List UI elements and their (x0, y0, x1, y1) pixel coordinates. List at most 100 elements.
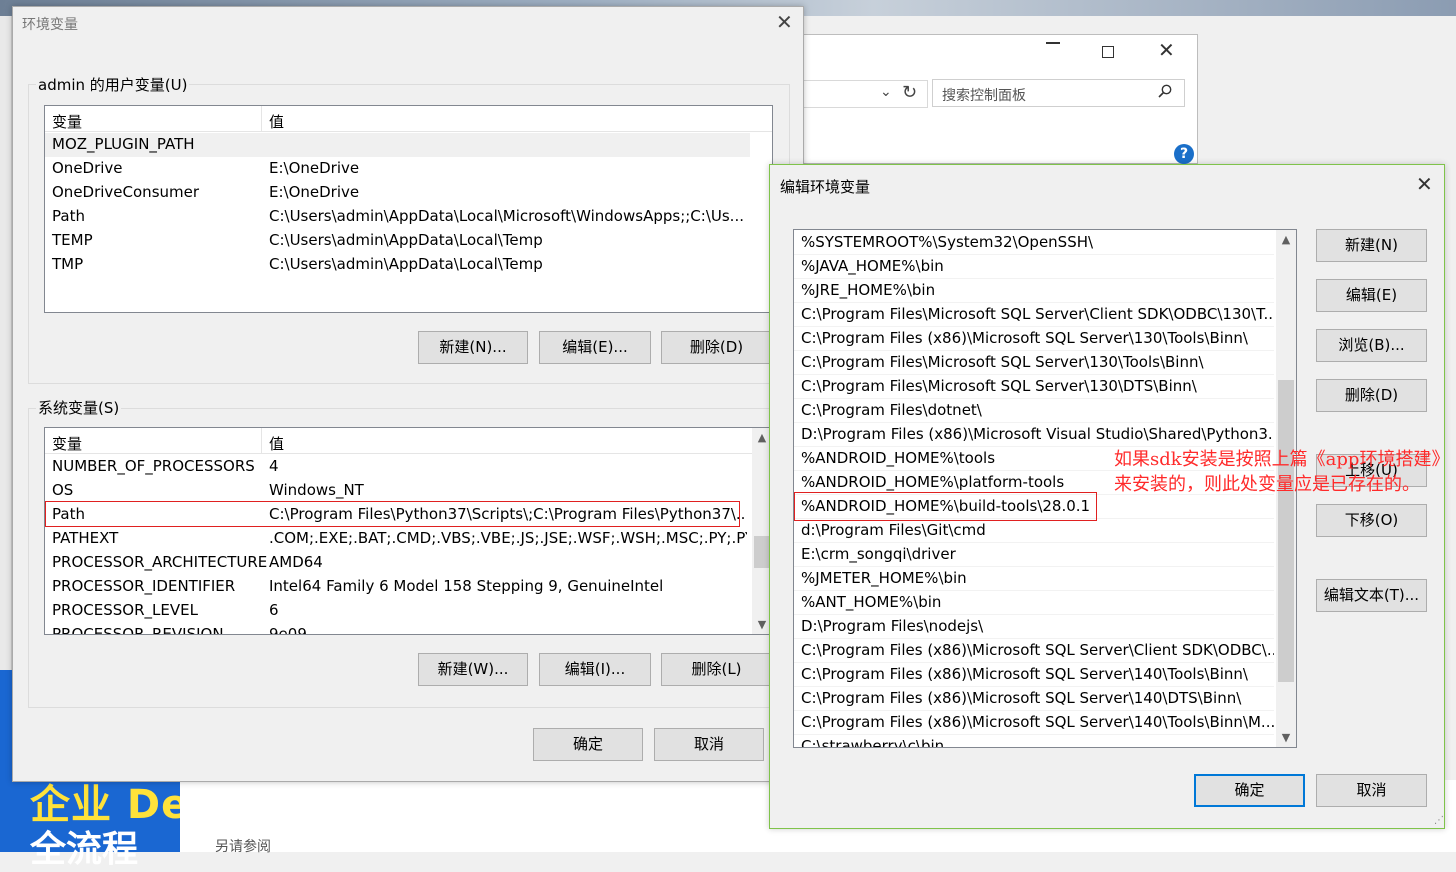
search-icon[interactable] (1158, 84, 1172, 98)
variable-value: 9e09 (269, 625, 307, 635)
ok-button[interactable]: 确定 (533, 728, 643, 761)
delete-button[interactable]: 删除(D) (1316, 379, 1427, 412)
minimize-icon[interactable] (1046, 42, 1060, 44)
path-entry[interactable]: E:\crm_songqi\driver (794, 543, 1274, 567)
table-row[interactable]: PROCESSOR_REVISION 9e09 (45, 623, 750, 635)
path-entry[interactable]: C:\Program Files (x86)\Microsoft SQL Ser… (794, 639, 1274, 663)
variable-value: C:\Users\admin\AppData\Local\Temp (269, 255, 543, 273)
path-entry[interactable]: %ANT_HOME%\bin (794, 591, 1274, 615)
path-entry[interactable]: C:\Program Files\Microsoft SQL Server\Cl… (794, 303, 1274, 327)
scroll-up-icon[interactable]: ▲ (1276, 233, 1296, 246)
variable-value: Intel64 Family 6 Model 158 Stepping 9, G… (269, 577, 664, 595)
variable-value: 4 (269, 457, 279, 475)
highlight-box-build-tools (794, 492, 1097, 521)
move-down-button[interactable]: 下移(O) (1316, 504, 1427, 537)
promo-text-2: 全流程 (30, 829, 139, 870)
path-entry[interactable]: D:\Program Files\nodejs\ (794, 615, 1274, 639)
variable-value: E:\OneDrive (269, 183, 360, 201)
variable-value: Windows_NT (269, 481, 364, 499)
maximize-icon[interactable] (1102, 46, 1114, 58)
system-vars-label: 系统变量(S) (36, 397, 122, 418)
help-icon[interactable]: ? (1174, 144, 1194, 164)
edit-text-button[interactable]: 编辑文本(T)... (1316, 579, 1427, 612)
list-header: 变量 值 (45, 428, 772, 454)
path-entry[interactable]: d:\Program Files\Git\cmd (794, 519, 1274, 543)
variable-name: OneDrive (52, 159, 123, 177)
table-row[interactable]: OneDriveConsumer E:\OneDrive (45, 181, 750, 205)
highlight-box-path (45, 501, 740, 527)
search-placeholder: 搜索控制面板 (942, 88, 1026, 104)
ok-button[interactable]: 确定 (1194, 774, 1305, 807)
system-delete-button[interactable]: 删除(L) (661, 653, 772, 686)
see-also-label: 另请参阅 (215, 839, 271, 855)
table-row[interactable]: MOZ_PLUGIN_PATH (45, 133, 750, 157)
table-row[interactable]: OneDrive E:\OneDrive (45, 157, 750, 181)
variable-name: MOZ_PLUGIN_PATH (52, 135, 195, 153)
table-row[interactable]: OS Windows_NT (45, 479, 750, 503)
system-edit-button[interactable]: 编辑(I)... (539, 653, 651, 686)
path-entry[interactable]: %JRE_HOME%\bin (794, 279, 1274, 303)
path-entry[interactable]: %SYSTEMROOT%\System32\OpenSSH\ (794, 231, 1274, 255)
annotation-text: 如果sdk安装是按照上篇《app环境搭建》来安装的，则此处变量应是已存在的。 (1114, 449, 1450, 495)
variable-value: C:\Users\admin\AppData\Local\Temp (269, 231, 543, 249)
scroll-thumb[interactable] (1278, 380, 1294, 682)
system-vars-list[interactable]: 变量 值 ▲ ▼ NUMBER_OF_PROCESSORS 4 OS Windows_… (44, 427, 773, 635)
variable-name: PROCESSOR_LEVEL (52, 601, 198, 619)
scroll-thumb[interactable] (754, 536, 770, 568)
variable-value: 6 (269, 601, 279, 619)
variable-name: TMP (52, 255, 84, 273)
variable-name: Path (52, 207, 85, 225)
user-vars-list[interactable]: 变量 值 MOZ_PLUGIN_PATH OneDrive E:\OneDrive O… (44, 105, 773, 313)
column-header-variable[interactable]: 变量 (52, 433, 82, 454)
table-row[interactable]: Path C:\Users\admin\AppData\Local\Microso… (45, 205, 750, 229)
table-row[interactable]: NUMBER_OF_PROCESSORS 4 (45, 455, 750, 479)
edit-button[interactable]: 编辑(E) (1316, 279, 1427, 312)
path-entry[interactable]: C:\Program Files (x86)\Microsoft SQL Ser… (794, 663, 1274, 687)
path-entry[interactable]: C:\Program Files\dotnet\ (794, 399, 1274, 423)
variable-value: E:\OneDrive (269, 159, 360, 177)
list-header: 变量 值 (45, 106, 772, 132)
path-entry[interactable]: C:\Program Files\Microsoft SQL Server\13… (794, 375, 1274, 399)
path-entry[interactable]: %JAVA_HOME%\bin (794, 255, 1274, 279)
cancel-button[interactable]: 取消 (1316, 774, 1427, 807)
cancel-button[interactable]: 取消 (654, 728, 764, 761)
variable-value: .COM;.EXE;.BAT;.CMD;.VBS;.VBE;.JS;.JSE;.… (269, 529, 747, 547)
path-entry[interactable]: %JMETER_HOME%\bin (794, 567, 1274, 591)
resize-grip-icon[interactable]: ⋰ (1434, 815, 1444, 826)
path-entry[interactable]: C:\Program Files (x86)\Microsoft SQL Ser… (794, 687, 1274, 711)
column-header-value[interactable]: 值 (269, 433, 284, 454)
new-button[interactable]: 新建(N) (1316, 229, 1427, 262)
table-row[interactable]: PROCESSOR_IDENTIFIER Intel64 Family 6 Mod… (45, 575, 750, 599)
refresh-icon[interactable]: ↻ (902, 82, 917, 103)
variable-name: TEMP (52, 231, 93, 249)
variable-name: PROCESSOR_REVISION (52, 625, 224, 635)
path-entry[interactable]: C:\Program Files (x86)\Microsoft SQL Ser… (794, 711, 1274, 735)
column-header-value[interactable]: 值 (269, 111, 284, 132)
variable-value: AMD64 (269, 553, 323, 571)
table-row[interactable]: PROCESSOR_LEVEL 6 (45, 599, 750, 623)
user-new-button[interactable]: 新建(N)... (418, 331, 528, 364)
close-icon[interactable]: ✕ (776, 12, 793, 32)
browse-button[interactable]: 浏览(B)... (1316, 329, 1427, 362)
scroll-down-icon[interactable]: ▼ (1276, 731, 1296, 744)
variable-name: NUMBER_OF_PROCESSORS (52, 457, 255, 475)
column-header-variable[interactable]: 变量 (52, 111, 82, 132)
table-row[interactable]: PROCESSOR_ARCHITECTURE AMD64 (45, 551, 750, 575)
chevron-down-icon[interactable]: ⌄ (880, 84, 892, 100)
user-edit-button[interactable]: 编辑(E)... (539, 331, 651, 364)
table-row[interactable]: PATHEXT .COM;.EXE;.BAT;.CMD;.VBS;.VBE;.JS… (45, 527, 750, 551)
variable-name: PROCESSOR_ARCHITECTURE (52, 553, 268, 571)
dialog-title: 环境变量 (22, 17, 78, 33)
system-new-button[interactable]: 新建(W)... (418, 653, 528, 686)
table-row[interactable]: TEMP C:\Users\admin\AppData\Local\Temp (45, 229, 750, 253)
path-entry[interactable]: C:\Program Files\Microsoft SQL Server\13… (794, 351, 1274, 375)
close-icon[interactable]: ✕ (1416, 174, 1433, 194)
user-delete-button[interactable]: 删除(D) (661, 331, 772, 364)
path-entry[interactable]: D:\Program Files (x86)\Microsoft Visual … (794, 423, 1274, 447)
user-vars-label: admin 的用户变量(U) (36, 74, 190, 95)
variable-name: PATHEXT (52, 529, 119, 547)
path-entry[interactable]: C:\Program Files (x86)\Microsoft SQL Ser… (794, 327, 1274, 351)
close-icon[interactable]: ✕ (1158, 40, 1175, 60)
path-entry[interactable]: C:\strawberry\c\bin (794, 735, 1274, 747)
table-row[interactable]: TMP C:\Users\admin\AppData\Local\Temp (45, 253, 750, 277)
